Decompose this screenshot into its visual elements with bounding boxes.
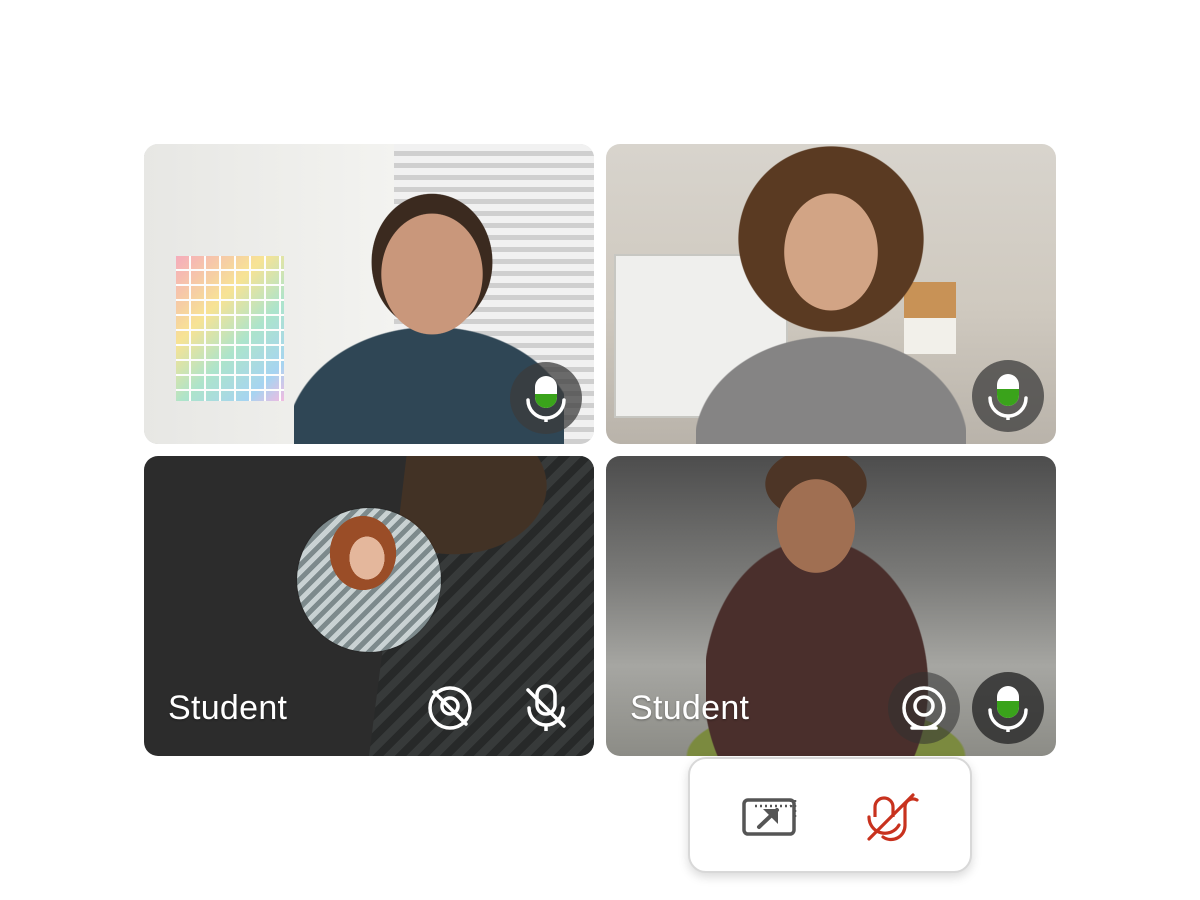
microphone-icon bbox=[988, 374, 1028, 420]
video-tile[interactable] bbox=[606, 144, 1056, 444]
video-tile[interactable] bbox=[144, 144, 594, 444]
microphone-icon bbox=[526, 376, 566, 422]
microphone-button[interactable] bbox=[510, 362, 582, 434]
participant-figure bbox=[696, 144, 966, 444]
microphone-button[interactable] bbox=[510, 672, 582, 744]
microphone-button[interactable] bbox=[972, 360, 1044, 432]
avatar bbox=[297, 508, 441, 652]
video-tile[interactable]: Student bbox=[606, 456, 1056, 756]
camera-icon bbox=[902, 686, 946, 730]
meeting-toolbar bbox=[688, 757, 972, 873]
mute-microphone-button[interactable] bbox=[860, 787, 924, 845]
participant-name: Student bbox=[168, 689, 288, 727]
microphone-icon bbox=[988, 686, 1028, 732]
video-tile[interactable]: Student bbox=[144, 456, 594, 756]
mute-microphone-icon bbox=[867, 793, 919, 842]
participant-name: Student bbox=[630, 689, 750, 727]
meeting-stage: Student Student bbox=[0, 0, 1200, 900]
microphone-off-icon bbox=[526, 684, 566, 731]
camera-off-icon bbox=[428, 686, 472, 730]
share-screen-button[interactable] bbox=[740, 787, 804, 845]
camera-button[interactable] bbox=[414, 672, 486, 744]
video-background bbox=[176, 256, 284, 401]
share-screen-icon bbox=[742, 798, 797, 836]
microphone-button[interactable] bbox=[972, 672, 1044, 744]
camera-button[interactable] bbox=[888, 672, 960, 744]
